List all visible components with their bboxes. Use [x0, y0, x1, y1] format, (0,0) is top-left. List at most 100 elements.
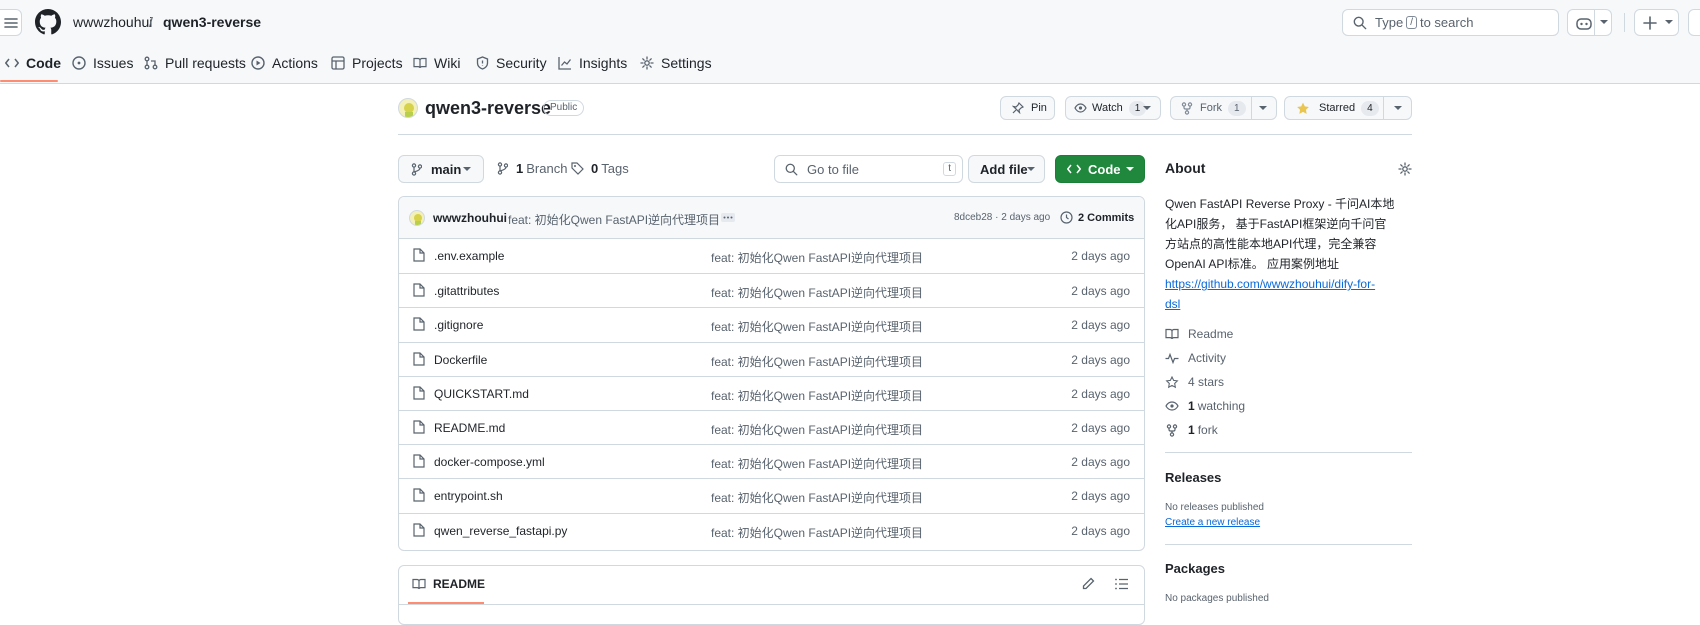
activity-link[interactable]: Activity: [1165, 349, 1226, 367]
issues-button[interactable]: [1688, 9, 1700, 36]
watchers-label: watching: [1197, 399, 1246, 413]
starred-button[interactable]: Starred 4: [1284, 96, 1412, 120]
file-name[interactable]: docker-compose.yml: [434, 455, 545, 469]
pencil-icon[interactable]: [1082, 577, 1095, 590]
tab-security[interactable]: Security: [476, 52, 547, 74]
eye-icon: [1165, 401, 1179, 411]
go-to-file-input[interactable]: Go to file t: [774, 155, 963, 183]
branch-select[interactable]: main: [398, 155, 484, 183]
file-icon: [413, 351, 425, 366]
about-link[interactable]: https://github.com/wwwzhouhui/dify-for- …: [1165, 274, 1415, 314]
table-row[interactable]: entrypoint.sh feat: 初始化Qwen FastAPI逆向代理项目…: [399, 478, 1144, 512]
watch-button[interactable]: Watch 1: [1065, 96, 1161, 120]
book-icon: [412, 578, 426, 590]
file-commit-message[interactable]: feat: 初始化Qwen FastAPI逆向代理项目: [711, 284, 923, 301]
file-name[interactable]: .gitattributes: [434, 284, 499, 298]
list-unordered-icon[interactable]: [1115, 578, 1128, 590]
menu-button[interactable]: [0, 9, 22, 36]
file-commit-message[interactable]: feat: 初始化Qwen FastAPI逆向代理项目: [711, 489, 923, 506]
file-name[interactable]: .env.example: [434, 249, 504, 263]
about-description-line: Qwen FastAPI Reverse Proxy - 千问AI本地: [1165, 197, 1395, 211]
tab-projects-label: Projects: [352, 55, 403, 71]
tab-wiki[interactable]: Wiki: [413, 52, 460, 74]
file-commit-message[interactable]: feat: 初始化Qwen FastAPI逆向代理项目: [711, 387, 923, 404]
breadcrumb-repo[interactable]: qwen3-reverse: [163, 13, 261, 31]
repo-title[interactable]: qwen3-reverse: [425, 97, 551, 119]
github-logo-icon[interactable]: [35, 9, 61, 35]
tags-count: 0: [591, 161, 599, 176]
breadcrumb-owner[interactable]: wwwzhouhui: [73, 13, 152, 31]
tab-issues-label: Issues: [93, 55, 134, 71]
packages-title[interactable]: Packages: [1165, 561, 1225, 576]
star-icon: [1165, 375, 1179, 388]
tab-actions[interactable]: Actions: [251, 52, 318, 74]
file-name[interactable]: QUICKSTART.md: [434, 387, 529, 401]
commit-author[interactable]: wwwzhouhui: [433, 211, 507, 225]
table-row[interactable]: .gitattributes feat: 初始化Qwen FastAPI逆向代理项…: [399, 273, 1144, 307]
gear-icon[interactable]: [1398, 162, 1412, 176]
file-commit-message[interactable]: feat: 初始化Qwen FastAPI逆向代理项目: [711, 249, 923, 266]
readme-tab[interactable]: README: [412, 577, 485, 591]
table-row[interactable]: QUICKSTART.md feat: 初始化Qwen FastAPI逆向代理项目…: [399, 375, 1144, 410]
table-row[interactable]: docker-compose.yml feat: 初始化Qwen FastAPI逆…: [399, 444, 1144, 478]
watchers-link[interactable]: 1 watching: [1165, 397, 1245, 415]
branches-link[interactable]: 1 Branch: [497, 161, 567, 176]
create-release-link[interactable]: Create a new release: [1165, 517, 1260, 528]
code-button[interactable]: Code: [1055, 155, 1145, 183]
file-name[interactable]: qwen_reverse_fastapi.py: [434, 524, 567, 538]
file-commit-message[interactable]: feat: 初始化Qwen FastAPI逆向代理项目: [711, 524, 923, 541]
commit-message[interactable]: feat: 初始化Qwen FastAPI逆向代理项目: [508, 211, 720, 228]
pin-icon: [1012, 102, 1024, 114]
copilot-button[interactable]: [1567, 9, 1612, 36]
issue-opened-icon: [72, 56, 86, 70]
file-commit-message[interactable]: feat: 初始化Qwen FastAPI逆向代理项目: [711, 421, 923, 438]
code-icon: [5, 58, 19, 68]
file-date: 2 days ago: [1071, 284, 1130, 299]
file-name[interactable]: entrypoint.sh: [434, 489, 503, 503]
tab-issues[interactable]: Issues: [72, 52, 133, 74]
go-to-file-placeholder: Go to file: [807, 161, 860, 177]
file-icon: [413, 522, 425, 537]
fork-button[interactable]: Fork 1: [1170, 96, 1277, 120]
commit-meta[interactable]: 8dceb28 · 2 days ago: [954, 212, 1050, 223]
file-icon: [413, 248, 425, 262]
branches-label: Branch: [526, 161, 568, 176]
stars-link[interactable]: 4 stars: [1165, 373, 1224, 391]
file-name[interactable]: .gitignore: [434, 318, 483, 332]
table-row[interactable]: .gitignore feat: 初始化Qwen FastAPI逆向代理项目 2 d…: [399, 307, 1144, 341]
table-row[interactable]: qwen_reverse_fastapi.py feat: 初始化Qwen Fas…: [399, 512, 1144, 547]
file-name[interactable]: README.md: [434, 421, 505, 435]
tab-insights[interactable]: Insights: [558, 52, 627, 74]
watchers-count: 1: [1188, 399, 1195, 413]
readme-box: README: [398, 565, 1145, 625]
pin-button[interactable]: Pin: [1000, 96, 1055, 120]
forks-link[interactable]: 1 fork: [1165, 421, 1218, 439]
git-branch-icon: [411, 162, 422, 176]
tab-code[interactable]: Code: [5, 52, 61, 74]
add-file-button[interactable]: Add file: [968, 155, 1045, 183]
file-commit-message[interactable]: feat: 初始化Qwen FastAPI逆向代理项目: [711, 318, 923, 335]
file-commit-message[interactable]: feat: 初始化Qwen FastAPI逆向代理项目: [711, 455, 923, 472]
table-row[interactable]: README.md feat: 初始化Qwen FastAPI逆向代理项目 2 da…: [399, 410, 1144, 444]
readme-link-label: Readme: [1188, 327, 1234, 341]
releases-title[interactable]: Releases: [1165, 470, 1221, 485]
chevron-down-icon: [1259, 106, 1267, 110]
tags-link[interactable]: 0 Tags: [571, 161, 629, 176]
commit-expand-button[interactable]: [721, 213, 735, 222]
create-new-button[interactable]: [1634, 9, 1679, 36]
avatar[interactable]: [409, 210, 425, 226]
table-row[interactable]: .env.example feat: 初始化Qwen FastAPI逆向代理项目 2…: [399, 239, 1144, 273]
tab-settings[interactable]: Settings: [640, 52, 712, 74]
tags-label: Tags: [601, 161, 629, 176]
file-icon: [413, 454, 425, 468]
tab-projects[interactable]: Projects: [331, 52, 403, 74]
tab-pull-requests[interactable]: Pull requests: [144, 52, 246, 74]
file-commit-message[interactable]: feat: 初始化Qwen FastAPI逆向代理项目: [711, 353, 923, 370]
tab-settings-label: Settings: [661, 55, 712, 71]
file-name[interactable]: Dockerfile: [434, 353, 487, 367]
branch-name: main: [431, 161, 462, 177]
search-input[interactable]: Type / to search: [1342, 9, 1559, 36]
readme-link[interactable]: Readme: [1165, 325, 1233, 343]
commits-link[interactable]: 2 Commits: [1060, 211, 1134, 224]
table-row[interactable]: Dockerfile feat: 初始化Qwen FastAPI逆向代理项目 2 d…: [399, 341, 1144, 376]
